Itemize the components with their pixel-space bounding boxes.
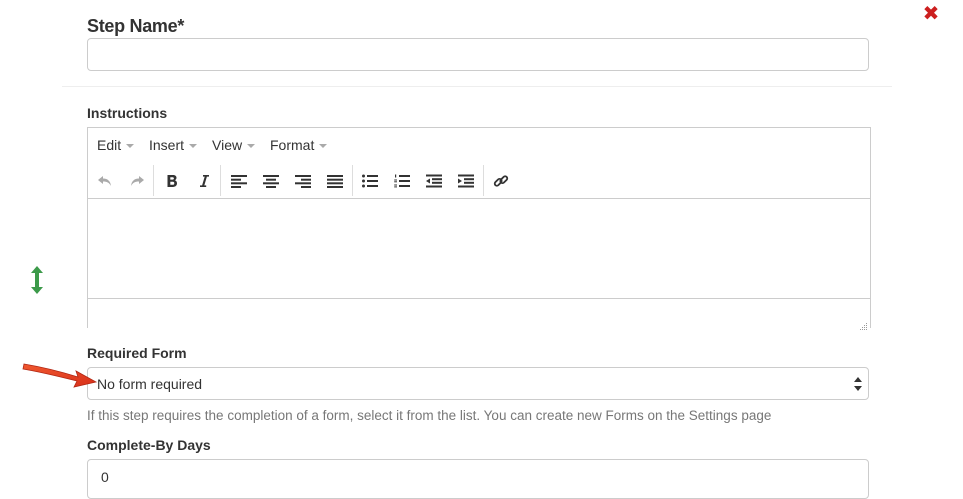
menu-edit[interactable]: Edit: [97, 137, 135, 153]
align-justify-icon[interactable]: [324, 171, 346, 191]
section-divider: [62, 86, 892, 87]
required-form-select[interactable]: No form required: [87, 367, 869, 400]
toolbar-separator: [153, 165, 154, 196]
bold-icon[interactable]: [161, 171, 183, 191]
menu-edit-label: Edit: [97, 137, 122, 153]
toolbar-separator: [220, 165, 221, 196]
menu-view-label: View: [212, 137, 243, 153]
menu-insert[interactable]: Insert: [149, 137, 198, 153]
redo-icon[interactable]: [126, 171, 148, 191]
chevron-down-icon: [319, 144, 328, 149]
chevron-down-icon: [189, 144, 198, 149]
editor-content-area[interactable]: [88, 199, 870, 298]
toolbar-separator: [352, 165, 353, 196]
outdent-icon[interactable]: [423, 171, 445, 191]
undo-icon[interactable]: [94, 171, 116, 191]
editor-toolbar: [88, 163, 870, 199]
menu-view[interactable]: View: [212, 137, 256, 153]
numbered-list-icon[interactable]: [391, 171, 413, 191]
vertical-resize-icon[interactable]: [29, 265, 45, 295]
required-form-help-text: If this step requires the completion of …: [87, 408, 772, 423]
close-icon[interactable]: ✖: [922, 3, 940, 23]
rich-text-editor: Edit Insert View Format: [87, 127, 871, 330]
instructions-label: Instructions: [87, 105, 168, 121]
complete-by-days-input[interactable]: 0: [87, 459, 869, 499]
editor-statusbar: [88, 298, 870, 330]
menu-insert-label: Insert: [149, 137, 185, 153]
indent-icon[interactable]: [455, 171, 477, 191]
chevron-down-icon: [247, 144, 256, 149]
menu-format-label: Format: [270, 137, 315, 153]
resize-grip-icon[interactable]: [860, 318, 868, 330]
select-arrows-icon: [854, 377, 862, 391]
step-name-label: Step Name*: [87, 16, 185, 36]
align-left-icon[interactable]: [228, 171, 250, 191]
link-icon[interactable]: [490, 171, 512, 191]
red-arrow-annotation: [20, 355, 98, 389]
italic-icon[interactable]: [193, 171, 215, 191]
required-form-label: Required Form: [87, 345, 187, 361]
chevron-down-icon: [126, 144, 135, 149]
complete-by-days-value: 0: [101, 469, 109, 485]
align-right-icon[interactable]: [292, 171, 314, 191]
step-name-input[interactable]: [87, 38, 869, 71]
required-form-selected-value: No form required: [97, 376, 203, 392]
complete-by-days-label: Complete-By Days: [87, 437, 211, 453]
toolbar-separator: [483, 165, 484, 196]
editor-menubar: Edit Insert View Format: [88, 128, 870, 164]
menu-format[interactable]: Format: [270, 137, 328, 153]
bullet-list-icon[interactable]: [359, 171, 381, 191]
align-center-icon[interactable]: [260, 171, 282, 191]
